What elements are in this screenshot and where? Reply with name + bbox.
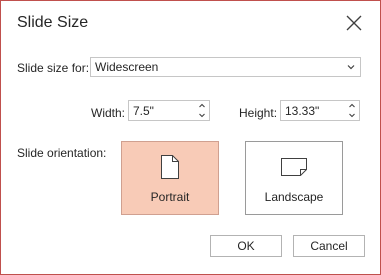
slide-size-select[interactable]: Widescreen (90, 57, 361, 77)
width-value: 7.5" (133, 104, 154, 118)
slide-size-value: Widescreen (95, 60, 159, 74)
slide-size-for-label: Slide size for: (17, 61, 90, 75)
ok-button[interactable]: OK (210, 235, 282, 257)
cancel-button[interactable]: Cancel (293, 235, 365, 257)
chevron-down-icon (347, 65, 355, 70)
close-icon (346, 15, 362, 31)
width-label: Width: (91, 106, 126, 120)
height-spinner[interactable]: 13.33" (280, 100, 360, 121)
dialog-title: Slide Size (17, 14, 89, 31)
height-label: Height: (239, 106, 278, 120)
portrait-option[interactable]: Portrait (121, 141, 219, 215)
landscape-option[interactable]: Landscape (245, 141, 343, 215)
portrait-page-icon (161, 155, 179, 179)
landscape-page-icon (281, 158, 307, 176)
slide-orientation-label: Slide orientation: (17, 146, 107, 160)
height-value: 13.33" (285, 104, 320, 118)
portrait-label: Portrait (150, 190, 190, 204)
landscape-label: Landscape (264, 190, 324, 204)
spinner-arrows-icon[interactable] (348, 102, 356, 119)
width-spinner[interactable]: 7.5" (128, 100, 210, 121)
slide-size-dialog: Slide Size Slide size for: Widescreen Wi… (0, 0, 381, 275)
spinner-arrows-icon[interactable] (198, 102, 206, 119)
close-button[interactable] (344, 13, 364, 33)
